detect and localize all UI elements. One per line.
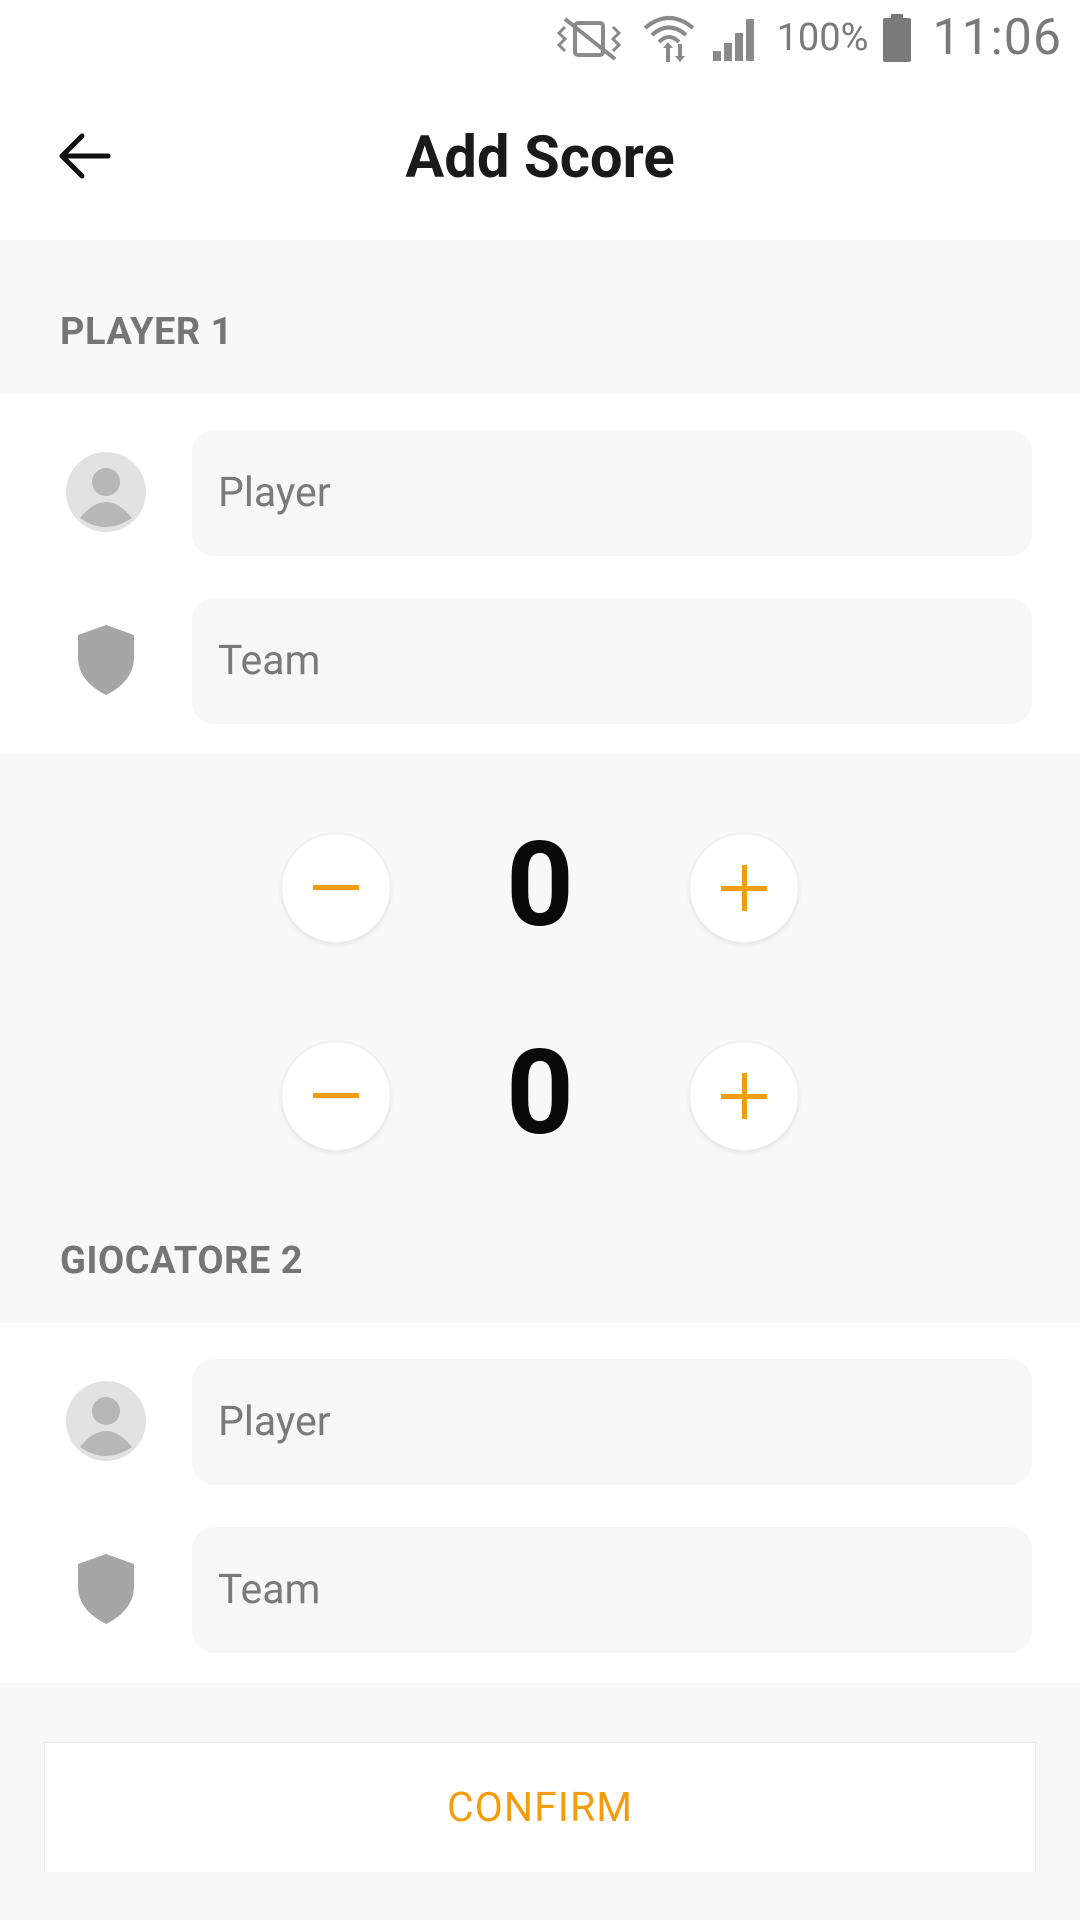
confirm-button[interactable]: CONFIRM [44, 1742, 1036, 1872]
shield-icon [64, 618, 148, 702]
status-bar: 100% 11:06 [0, 0, 1080, 76]
player2-header-label: GIOCATORE 2 [60, 1239, 304, 1283]
player1-section-header: PLAYER 1 [0, 240, 1080, 394]
increment-score-1-button[interactable] [689, 833, 799, 943]
plus-icon [721, 1073, 767, 1119]
score-1-value: 0 [506, 816, 574, 954]
player1-player-row [0, 430, 1080, 556]
minus-icon [313, 1093, 359, 1098]
vibrate-off-icon [551, 13, 627, 63]
status-time: 11:06 [932, 9, 1062, 67]
minus-icon [313, 885, 359, 890]
shield-icon [64, 1547, 148, 1631]
player2-player-row [0, 1359, 1080, 1485]
player1-card [0, 394, 1080, 754]
player1-name-input[interactable] [192, 430, 1032, 556]
player2-team-input[interactable] [192, 1527, 1032, 1653]
battery-icon [882, 13, 912, 63]
player2-section-header: GIOCATORE 2 [0, 1169, 1080, 1323]
score-row-2: 0 [0, 1024, 1080, 1162]
player2-team-row [0, 1527, 1080, 1653]
app-bar: Add Score [0, 76, 1080, 240]
player2-name-input[interactable] [192, 1359, 1032, 1485]
wifi-icon [641, 12, 697, 64]
player2-card [0, 1323, 1080, 1683]
score-2-value: 0 [506, 1024, 574, 1162]
confirm-label: CONFIRM [446, 1783, 633, 1832]
add-score-screen: 100% 11:06 Add Score PLAYER 1 Player Tea… [0, 0, 1080, 1920]
page-title: Add Score [405, 124, 675, 192]
increment-score-2-button[interactable] [689, 1041, 799, 1151]
decrement-score-1-button[interactable] [281, 833, 391, 943]
avatar-icon [64, 1379, 148, 1463]
cellular-signal-icon [711, 13, 761, 63]
avatar-icon [64, 450, 148, 534]
player1-team-input[interactable] [192, 598, 1032, 724]
player1-header-label: PLAYER 1 [60, 310, 233, 354]
battery-percent: 100% [776, 16, 869, 60]
score-row-1: 0 [0, 816, 1080, 954]
decrement-score-2-button[interactable] [281, 1041, 391, 1151]
player1-team-row [0, 598, 1080, 724]
plus-icon [721, 865, 767, 911]
